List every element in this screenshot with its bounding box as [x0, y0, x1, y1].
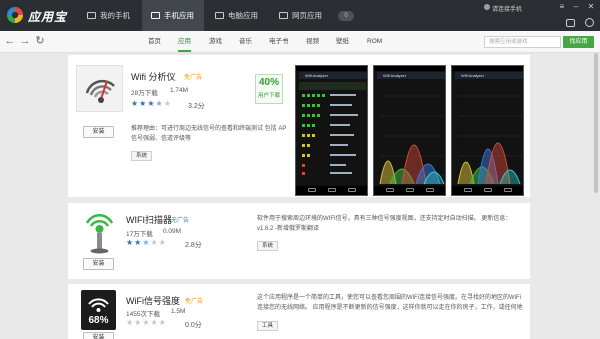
signal-list-graphic	[299, 82, 366, 175]
install-button[interactable]: 安装	[83, 258, 114, 270]
category-tag[interactable]: 系统	[131, 151, 153, 161]
rating-stars: ★★★★★	[131, 99, 172, 108]
download-count: 1455次下载	[126, 311, 160, 318]
download-count-badge[interactable]: 0	[338, 11, 354, 21]
category-home[interactable]: 首页	[148, 31, 161, 52]
close-icon[interactable]: ✕	[585, 1, 597, 13]
connect-phone-link[interactable]: 请连接手机	[492, 4, 522, 13]
tab-my-phone[interactable]: 我的手机	[78, 0, 142, 31]
category-music[interactable]: 音乐	[239, 31, 252, 52]
category-ebooks[interactable]: 电子书	[269, 31, 289, 52]
title-bar: 应用宝 我的手机 手机应用 电脑应用 网页应用 0 请连接手机 ≡ – ✕	[0, 0, 600, 31]
download-count: 28万下载	[131, 90, 158, 97]
apps-icon	[151, 12, 160, 19]
category-wallpaper[interactable]: 壁纸	[336, 31, 349, 52]
app-card-wifi-scanner: WIFI扫描器 无广告 17万下载 0.09M ★★★★★ 2.8分 安装 软件…	[68, 203, 530, 279]
app-size: 1.74M	[170, 87, 189, 94]
nav-keys	[374, 186, 445, 195]
category-tag[interactable]: 工具	[257, 321, 279, 331]
download-rate-box: 40% 用户下载	[255, 74, 283, 104]
app-name[interactable]: Wifi 分析仪	[131, 70, 176, 83]
no-ads-tag: 免广告	[184, 75, 203, 81]
phone-icon	[87, 12, 96, 19]
category-video[interactable]: 视频	[306, 31, 319, 52]
recommend-reason: 推荐理由：可进行周边无线信号的查看和终端测试 包括 AP 信号强弱、信道评级等	[131, 126, 287, 142]
brand-name: 应用宝	[28, 10, 68, 24]
monitor-icon	[215, 12, 224, 19]
category-tag[interactable]: 系统	[257, 241, 279, 251]
browser-icon	[279, 12, 288, 19]
forward-icon[interactable]: →	[18, 34, 32, 48]
download-count: 17万下载	[126, 231, 153, 238]
category-rom[interactable]: ROM	[367, 31, 382, 52]
scrollbar[interactable]	[594, 53, 598, 193]
no-ads-tag: 无广告	[171, 218, 190, 224]
category-apps[interactable]: 应用	[178, 31, 191, 52]
tab-label: 网页应用	[292, 11, 322, 20]
connect-phone-icon	[484, 4, 490, 10]
app-card-wifi-analyzer: Wifi 分析仪 免广告 28万下载 1.74M ★★★★★ 3.2分 安装 推…	[68, 55, 530, 197]
app-description: 软件用于搜索周边环境的WIFI信号，具有三种信号强度视图，还支持定时自动扫描。 …	[257, 216, 512, 232]
app-logo-icon	[7, 7, 23, 23]
app-screenshot-3[interactable]: Wifi Analyzer	[451, 65, 524, 196]
rating-score: 2.8分	[185, 242, 202, 249]
app-size: 1.5M	[171, 308, 186, 315]
rating-score: 0.0分	[185, 322, 202, 329]
menu-icon[interactable]: ≡	[556, 1, 568, 13]
wifi-signal-app-icon[interactable]: 68%	[81, 290, 116, 330]
app-card-wifi-signal-strength: 68% WiFi信号强度 免广告 1455次下载 1.5M ★★★★★ 0.0分…	[68, 284, 530, 339]
rating-score: 3.2分	[188, 103, 205, 110]
wifi-scanner-app-icon[interactable]	[76, 209, 123, 256]
app-name[interactable]: WIFI扫描器	[126, 213, 172, 226]
tab-label: 手机应用	[164, 11, 194, 20]
download-rate-percent: 40%	[258, 77, 279, 88]
minimize-icon[interactable]: –	[570, 1, 582, 13]
search-input[interactable]: 搜索应用或游戏	[484, 36, 561, 48]
tab-web-apps[interactable]: 网页应用	[270, 0, 332, 31]
refresh-icon[interactable]: ↻	[33, 34, 47, 48]
signal-percent-label: 68%	[88, 315, 109, 326]
app-screenshot-1[interactable]: Wifi Analyzer	[295, 65, 368, 196]
app-name[interactable]: WiFi信号强度	[126, 294, 180, 307]
channel-graph-graphic	[457, 95, 522, 185]
app-description: 这个应用程序是一个简单的工具，使您可以查看您周围的WiFi连接信号强度。在寻找好…	[257, 295, 523, 311]
rating-stars: ★★★★★	[126, 238, 167, 247]
search-button[interactable]: 找应用	[563, 36, 594, 48]
download-rate-label: 用户下载	[257, 93, 280, 99]
no-ads-tag: 免广告	[185, 299, 204, 305]
nav-keys	[452, 186, 523, 195]
tab-phone-apps[interactable]: 手机应用	[142, 0, 204, 31]
category-nav-bar: ← → ↻ 首页 应用 游戏 音乐 电子书 视频 壁纸 ROM 搜索应用或游戏 …	[0, 31, 600, 53]
back-icon[interactable]: ←	[3, 34, 17, 48]
channel-graph-graphic	[379, 95, 445, 185]
tab-label: 电脑应用	[228, 11, 258, 20]
tab-label: 我的手机	[100, 11, 130, 20]
skin-icon[interactable]	[566, 19, 575, 27]
wifi-analyzer-app-icon[interactable]	[76, 65, 123, 112]
nav-keys	[296, 186, 367, 195]
app-size: 0.09M	[163, 228, 182, 235]
user-icon[interactable]	[585, 18, 594, 27]
install-button[interactable]: 安装	[83, 332, 114, 339]
install-button[interactable]: 安装	[83, 126, 114, 138]
rating-stars: ★★★★★	[126, 318, 167, 327]
app-screenshot-2[interactable]: Wifi Analyzer	[373, 65, 446, 196]
tab-pc-apps[interactable]: 电脑应用	[206, 0, 268, 31]
category-games[interactable]: 游戏	[209, 31, 222, 52]
app-list: Wifi 分析仪 免广告 28万下载 1.74M ★★★★★ 3.2分 安装 推…	[0, 53, 600, 339]
